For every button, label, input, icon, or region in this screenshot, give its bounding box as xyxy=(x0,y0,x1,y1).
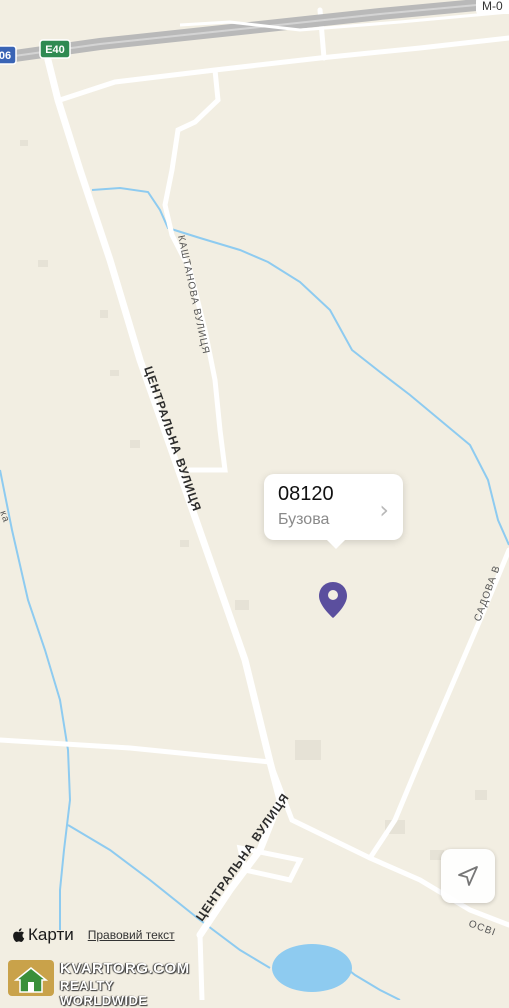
chevron-right-icon[interactable]: › xyxy=(379,496,389,524)
legal-link[interactable]: Правовий текст xyxy=(88,928,175,942)
house-icon xyxy=(14,967,48,993)
watermark-logo xyxy=(8,960,54,996)
map-attribution: Карти Правовий текст xyxy=(12,924,175,946)
highway-shield-e40: E40 xyxy=(39,39,71,59)
place-callout[interactable]: 08120 Бузова › xyxy=(264,474,403,549)
highway-name-label: M-0 xyxy=(476,0,509,14)
apple-logo-icon xyxy=(13,928,25,942)
callout-title: 08120 xyxy=(278,483,334,505)
pond xyxy=(272,944,352,992)
watermark-line1: KVARTORG.COM xyxy=(60,960,190,977)
maps-brand-label: Карти xyxy=(28,925,74,944)
callout-subtitle: Бузова xyxy=(278,511,330,528)
map-pin-icon[interactable] xyxy=(318,581,348,619)
map-canvas[interactable]: E40 06 M-0 КАШТАНОВА ВУЛИЦЯ ЦЕНТРАЛЬНА В… xyxy=(0,0,509,1000)
location-arrow-icon xyxy=(458,866,478,886)
watermark: KVARTORG.COM REALTY WORLDWIDE xyxy=(8,956,189,1008)
watermark-line2: REALTY WORLDWIDE xyxy=(60,978,148,1008)
svg-text:E40: E40 xyxy=(45,44,65,56)
svg-text:06: 06 xyxy=(0,50,11,62)
svg-text:M-0: M-0 xyxy=(482,0,503,13)
locate-button[interactable] xyxy=(441,849,495,903)
highway-shield-left: 06 xyxy=(0,45,17,65)
